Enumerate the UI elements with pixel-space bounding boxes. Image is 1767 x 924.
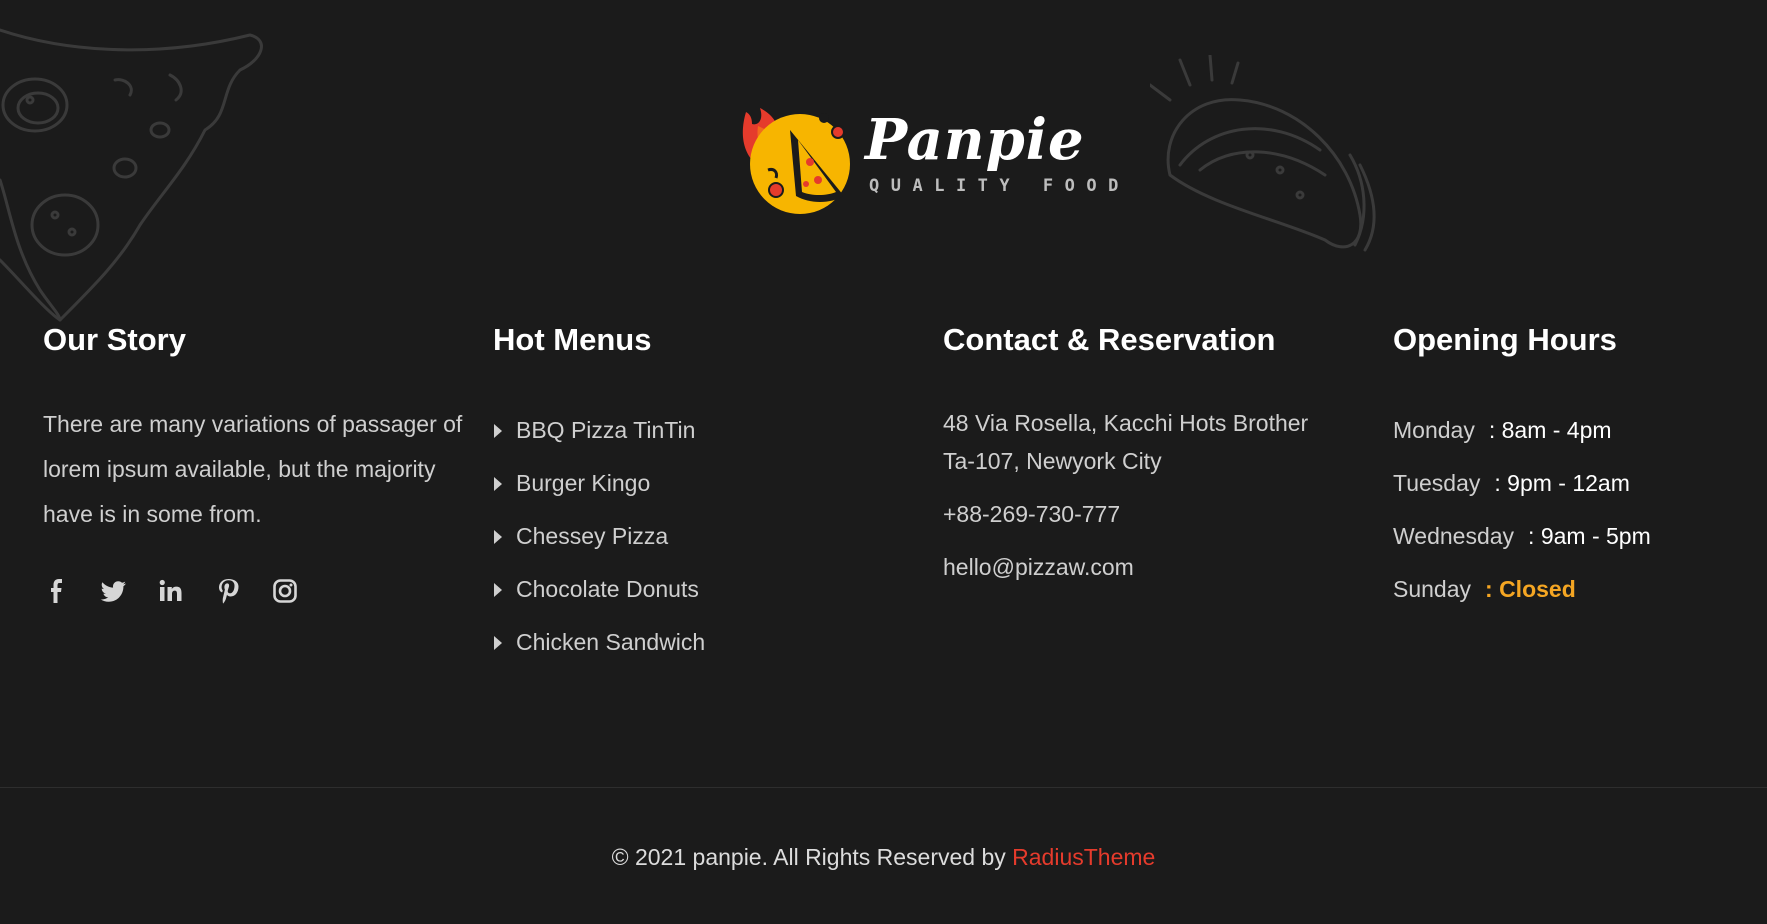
our-story-text: There are many variations of passager of… <box>43 411 463 527</box>
hours-day: Monday <box>1393 417 1475 443</box>
hours-day: Sunday <box>1393 576 1472 602</box>
hours-time: : 8am - 4pm <box>1488 417 1612 443</box>
menu-item-bbq-pizza[interactable]: BBQ Pizza TinTin <box>493 404 893 457</box>
pizza-flame-logo-icon <box>742 108 850 214</box>
menu-item-label: Burger Kingo <box>516 470 651 496</box>
footer-divider <box>0 787 1767 788</box>
hours-row-tuesday: Tuesday : 9pm - 12am <box>1393 457 1753 510</box>
menu-item-label: Chocolate Donuts <box>516 576 699 602</box>
menu-item-label: BBQ Pizza TinTin <box>516 417 696 443</box>
contact-phone[interactable]: +88-269-730-777 <box>943 495 1363 533</box>
linkedin-link[interactable] <box>157 577 185 605</box>
hours-row-wednesday: Wednesday : 9am - 5pm <box>1393 510 1753 563</box>
our-story-column: Our Story There are many variations of p… <box>43 320 463 605</box>
hot-menus-list: BBQ Pizza TinTin Burger Kingo Chessey Pi… <box>493 404 893 669</box>
hours-time: : 9am - 5pm <box>1528 523 1651 549</box>
caret-right-icon <box>494 582 502 597</box>
copyright-bar: © 2021 panpie. All Rights Reserved by Ra… <box>0 838 1767 876</box>
caret-right-icon <box>494 529 502 544</box>
caret-right-icon <box>494 423 502 438</box>
contact-column: Contact & Reservation 48 Via Rosella, Ka… <box>943 320 1363 586</box>
hours-day: Tuesday <box>1393 470 1481 496</box>
menu-item-chessey-pizza[interactable]: Chessey Pizza <box>493 510 893 563</box>
brand-logo[interactable]: Panpie QUALITY FOOD <box>738 92 1118 220</box>
twitter-icon <box>100 581 126 602</box>
pizza-doodle-icon <box>0 28 263 322</box>
menu-item-chicken-sandwich[interactable]: Chicken Sandwich <box>493 616 893 669</box>
pinterest-link[interactable] <box>214 577 242 605</box>
linkedin-icon <box>159 579 182 601</box>
contact-address: 48 Via Rosella, Kacchi Hots Brother Ta-1… <box>943 410 1309 474</box>
hours-time: : 9pm - 12am <box>1494 470 1630 496</box>
site-footer: Panpie QUALITY FOOD Our Story There are … <box>0 0 1767 924</box>
hours-row-sunday: Sunday : Closed <box>1393 563 1753 616</box>
radiustheme-link[interactable]: RadiusTheme <box>1012 844 1155 870</box>
instagram-icon <box>273 579 297 603</box>
instagram-link[interactable] <box>271 577 299 605</box>
social-links <box>43 577 463 605</box>
hours-day: Wednesday <box>1393 523 1515 549</box>
contact-email[interactable]: hello@pizzaw.com <box>943 548 1363 586</box>
pinterest-icon <box>219 579 239 604</box>
contact-heading: Contact & Reservation <box>943 322 1276 357</box>
our-story-heading: Our Story <box>43 322 186 357</box>
menu-item-chocolate-donuts[interactable]: Chocolate Donuts <box>493 563 893 616</box>
menu-item-burger-kingo[interactable]: Burger Kingo <box>493 457 893 510</box>
hours-row-monday: Monday : 8am - 4pm <box>1393 404 1753 457</box>
twitter-link[interactable] <box>100 577 128 605</box>
hours-time-closed: : Closed <box>1485 576 1576 602</box>
opening-hours-heading: Opening Hours <box>1393 322 1617 357</box>
menu-item-label: Chessey Pizza <box>516 523 669 549</box>
caret-right-icon <box>494 476 502 491</box>
contact-details: 48 Via Rosella, Kacchi Hots Brother Ta-1… <box>943 404 1363 586</box>
facebook-icon <box>51 579 62 603</box>
opening-hours-column: Opening Hours Monday : 8am - 4pm Tuesday… <box>1393 320 1753 616</box>
caret-right-icon <box>494 635 502 650</box>
brand-name: Panpie <box>865 107 1085 173</box>
hot-menus-column: Hot Menus BBQ Pizza TinTin Burger Kingo … <box>493 320 893 669</box>
copyright-text: © 2021 panpie. All Rights Reserved by <box>611 844 1013 870</box>
opening-hours-list: Monday : 8am - 4pm Tuesday : 9pm - 12am … <box>1393 404 1753 616</box>
hot-menus-heading: Hot Menus <box>493 322 652 357</box>
menu-item-label: Chicken Sandwich <box>516 629 706 655</box>
taco-doodle-icon <box>1150 55 1376 252</box>
brand-tagline: QUALITY FOOD <box>869 176 1130 196</box>
facebook-link[interactable] <box>43 577 71 605</box>
